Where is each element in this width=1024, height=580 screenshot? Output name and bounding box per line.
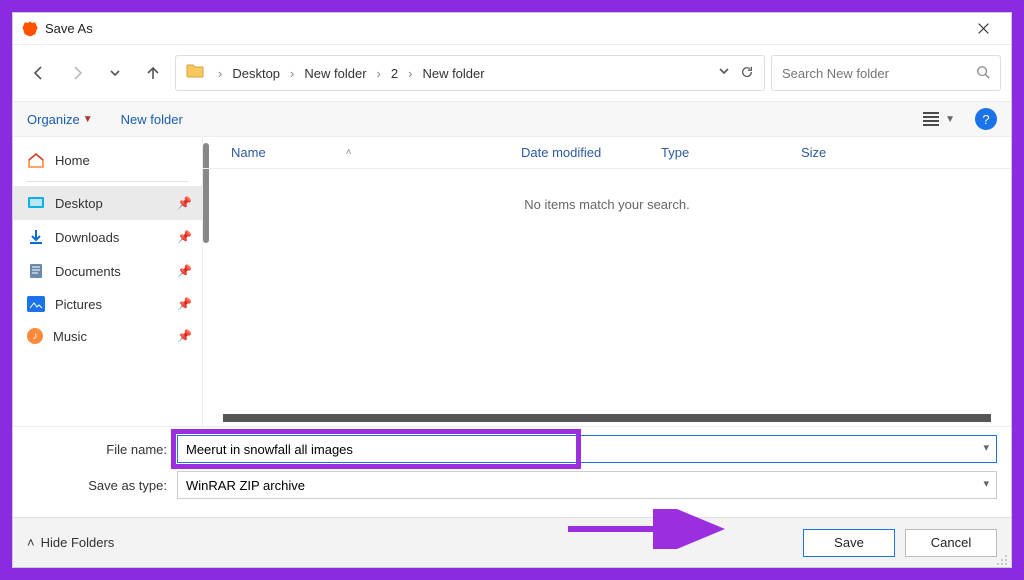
file-list-area: Name ˄ Date modified Type Size No items …: [203, 137, 1011, 426]
command-bar: Organize ▼ New folder ▼ ?: [13, 101, 1011, 137]
empty-list-message: No items match your search.: [203, 169, 1011, 212]
horizontal-scrollbar[interactable]: [223, 414, 991, 422]
breadcrumb-item[interactable]: New folder: [302, 66, 368, 81]
save-button[interactable]: Save: [803, 529, 895, 557]
body-area: Home Desktop 📌 Downloads 📌: [13, 137, 1011, 426]
chevron-down-icon: ▼: [945, 114, 955, 125]
resize-grip[interactable]: [995, 551, 1009, 565]
up-button[interactable]: [137, 57, 169, 89]
search-input[interactable]: [782, 66, 976, 81]
hide-folders-toggle[interactable]: ˄ Hide Folders: [27, 535, 114, 550]
brave-icon: [21, 20, 39, 38]
dialog-footer: ˄ Hide Folders Save Cancel: [13, 517, 1011, 567]
pin-icon: 📌: [177, 230, 192, 244]
column-headers: Name ˄ Date modified Type Size: [203, 137, 1011, 169]
pin-icon: 📌: [177, 329, 192, 343]
save-as-dialog: Save As › Desktop › New folder › 2 ›: [12, 12, 1012, 568]
organize-menu[interactable]: Organize ▼: [27, 112, 93, 127]
sidebar-item-documents[interactable]: Documents 📌: [13, 254, 202, 288]
sidebar-label: Desktop: [55, 196, 103, 211]
sort-indicator-icon: ˄: [346, 147, 352, 158]
breadcrumb-item[interactable]: New folder: [420, 66, 486, 81]
sidebar-item-desktop[interactable]: Desktop 📌: [13, 186, 202, 220]
savetype-combo[interactable]: [177, 471, 997, 499]
forward-button[interactable]: [61, 57, 93, 89]
organize-label: Organize: [27, 112, 80, 127]
chevron-right-icon: ›: [214, 66, 226, 81]
chevron-right-icon: ›: [373, 66, 385, 81]
chevron-up-icon: ˄: [27, 535, 35, 550]
breadcrumb-bar[interactable]: › Desktop › New folder › 2 › New folder: [175, 55, 765, 91]
recent-dropdown[interactable]: [99, 57, 131, 89]
breadcrumb-item[interactable]: 2: [389, 66, 400, 81]
pin-icon: 📌: [177, 297, 192, 311]
chevron-right-icon: ›: [404, 66, 416, 81]
column-date-header[interactable]: Date modified: [521, 145, 661, 160]
sidebar-item-music[interactable]: ♪ Music 📌: [13, 320, 202, 352]
filename-label: File name:: [27, 442, 177, 457]
back-button[interactable]: [23, 57, 55, 89]
help-button[interactable]: ?: [975, 108, 997, 130]
breadcrumb-dropdown[interactable]: [718, 65, 730, 82]
filename-panel: File name: ▾ Save as type: ▾: [13, 426, 1011, 517]
search-icon: [976, 65, 990, 82]
chevron-right-icon: ›: [286, 66, 298, 81]
titlebar: Save As: [13, 13, 1011, 45]
column-type-header[interactable]: Type: [661, 145, 801, 160]
savetype-label: Save as type:: [27, 478, 177, 493]
search-box[interactable]: [771, 55, 1001, 91]
home-icon: [27, 151, 45, 169]
pictures-icon: [27, 296, 45, 312]
document-icon: [27, 262, 45, 280]
pin-icon: 📌: [177, 264, 192, 278]
sidebar-label: Documents: [55, 264, 121, 279]
sidebar-item-downloads[interactable]: Downloads 📌: [13, 220, 202, 254]
column-size-header[interactable]: Size: [801, 145, 1011, 160]
new-folder-button[interactable]: New folder: [121, 112, 183, 127]
nav-toolbar: › Desktop › New folder › 2 › New folder: [13, 45, 1011, 101]
download-icon: [27, 228, 45, 246]
music-icon: ♪: [27, 328, 43, 344]
desktop-icon: [27, 194, 45, 212]
sidebar: Home Desktop 📌 Downloads 📌: [13, 137, 203, 426]
window-title: Save As: [45, 21, 93, 36]
sidebar-label: Downloads: [55, 230, 119, 245]
refresh-button[interactable]: [740, 65, 754, 82]
view-mode-button[interactable]: ▼: [915, 108, 963, 130]
sidebar-label: Home: [55, 153, 90, 168]
close-button[interactable]: [963, 15, 1003, 43]
filename-input[interactable]: [177, 435, 997, 463]
sidebar-label: Music: [53, 329, 87, 344]
pin-icon: 📌: [177, 196, 192, 210]
chevron-down-icon: ▼: [83, 114, 93, 125]
breadcrumb-item[interactable]: Desktop: [230, 66, 282, 81]
sidebar-item-home[interactable]: Home: [13, 143, 202, 177]
column-name-header[interactable]: Name ˄: [231, 145, 521, 160]
cancel-button[interactable]: Cancel: [905, 529, 997, 557]
folder-icon: [186, 64, 204, 83]
sidebar-item-pictures[interactable]: Pictures 📌: [13, 288, 202, 320]
sidebar-label: Pictures: [55, 297, 102, 312]
sidebar-divider: [27, 181, 188, 182]
